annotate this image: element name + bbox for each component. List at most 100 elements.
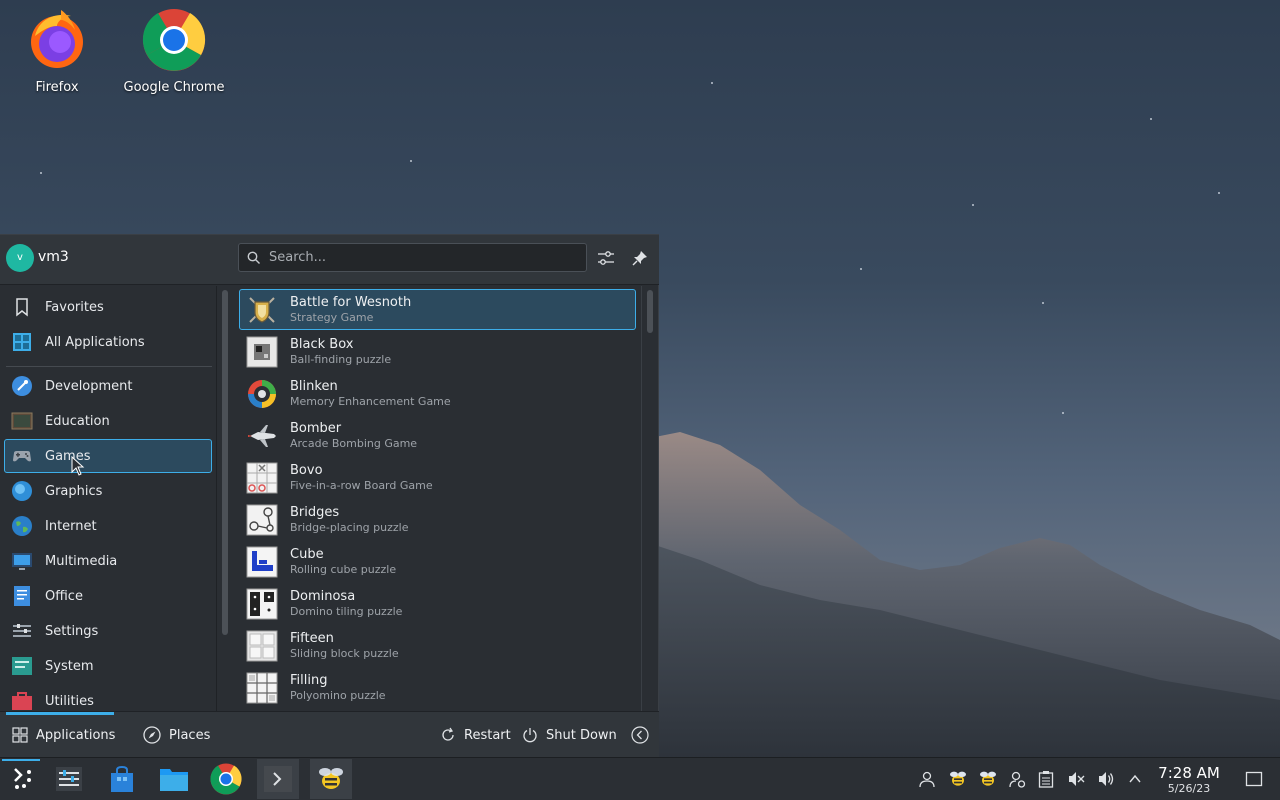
chevron-left-circle-icon (631, 726, 649, 744)
apps-grid-icon (12, 727, 28, 743)
tray-bee-app-2[interactable] (977, 767, 999, 791)
show-desktop-button[interactable] (1243, 767, 1265, 791)
launcher-active-indicator (2, 759, 40, 761)
education-icon (11, 412, 33, 430)
steamdeck-logo-icon (14, 768, 31, 789)
tray-volume[interactable] (1095, 767, 1117, 791)
chrome-icon (142, 9, 206, 71)
grid-icon (13, 333, 31, 351)
sidebar-item-all-applications[interactable]: All Applications (4, 325, 212, 359)
app-name: Cube (290, 546, 324, 562)
search-input[interactable] (269, 250, 569, 265)
tab-applications[interactable]: Applications (12, 722, 115, 748)
wesnoth-icon (249, 296, 275, 323)
sidebar-item-development[interactable]: Development (4, 369, 212, 403)
firefox-icon (31, 10, 83, 68)
app-row-battle-for-wesnoth[interactable]: Battle for Wesnoth Strategy Game (239, 289, 636, 330)
tray-network[interactable] (1006, 767, 1028, 791)
sidebar-item-label: Internet (45, 518, 97, 534)
shutdown-label: Shut Down (546, 727, 617, 743)
sidebar-item-label: Graphics (45, 483, 103, 499)
sidebar-item-internet[interactable]: Internet (4, 509, 212, 543)
shutdown-button[interactable]: Shut Down (522, 722, 617, 748)
taskbar-chrome-button[interactable] (205, 759, 247, 799)
sidebar-item-office[interactable]: Office (4, 579, 212, 613)
sidebar-item-education[interactable]: Education (4, 404, 212, 438)
desktop-icon-label: Google Chrome (123, 80, 225, 95)
search-field[interactable] (238, 243, 587, 272)
launcher-header: v vm3 (0, 235, 659, 285)
tab-applications-label: Applications (36, 727, 116, 743)
bookmark-icon (16, 298, 28, 317)
tray-bee-app-1[interactable] (947, 767, 969, 791)
taskbar-bee-app-button[interactable] (310, 759, 352, 799)
network-user-icon (1009, 771, 1026, 788)
tray-clipboard[interactable] (1035, 767, 1057, 791)
sidebar-item-multimedia[interactable]: Multimedia (4, 544, 212, 578)
app-row-bomber[interactable]: Bomber Arcade Bombing Game (239, 415, 636, 456)
clock-time: 7:28 AM (1158, 764, 1220, 782)
app-list-scrollbar[interactable] (647, 290, 653, 333)
mouse-cursor-icon (71, 456, 85, 476)
globe-icon (12, 516, 32, 536)
taskbar-settings-button[interactable] (48, 759, 90, 799)
app-name: Fifteen (290, 630, 334, 646)
avatar[interactable]: v (6, 244, 34, 272)
digital-clock[interactable]: 7:28 AM 5/26/23 (1150, 764, 1228, 796)
compass-icon (143, 726, 161, 744)
sidebar-item-games[interactable]: Games (4, 439, 212, 473)
app-row-fifteen[interactable]: Fifteen Sliding block puzzle (239, 625, 636, 666)
app-row-bovo[interactable]: Bovo Five-in-a-row Board Game (239, 457, 636, 498)
app-row-dominosa[interactable]: Dominosa Domino tiling puzzle (239, 583, 636, 624)
app-launcher-button[interactable] (0, 759, 42, 799)
configure-button[interactable] (594, 246, 618, 270)
taskbar-discover-button[interactable] (101, 759, 143, 799)
tray-user-switcher[interactable] (916, 767, 938, 791)
app-row-bridges[interactable]: Bridges Bridge-placing puzzle (239, 499, 636, 540)
show-desktop-icon (1245, 771, 1263, 787)
sidebar-item-utilities[interactable]: Utilities (4, 684, 212, 711)
category-sidebar: Favorites All Applications Development E… (0, 286, 216, 711)
folder-icon (160, 769, 188, 791)
app-list: Battle for Wesnoth Strategy Game Black B… (236, 286, 641, 711)
volume-icon (1099, 772, 1114, 786)
more-session-options-button[interactable] (631, 722, 657, 748)
taskbar-file-manager-button[interactable] (153, 759, 195, 799)
tray-microphone-muted[interactable] (1065, 767, 1087, 791)
bomber-icon (248, 424, 276, 447)
taskbar-terminal-button[interactable] (257, 759, 299, 799)
sidebar-item-system[interactable]: System (4, 649, 212, 683)
pin-button[interactable] (628, 246, 652, 270)
sidebar-divider (6, 366, 212, 367)
application-launcher: v vm3 Favorites All Applications D (0, 234, 659, 758)
app-name: Bridges (290, 504, 340, 520)
taskbar: 7:28 AM 5/26/23 (0, 757, 1280, 800)
tray-expand-button[interactable] (1124, 767, 1146, 791)
restart-button[interactable]: Restart (440, 722, 511, 748)
sidebar-item-favorites[interactable]: Favorites (4, 290, 212, 324)
tab-places-label: Places (169, 727, 211, 743)
sliders-icon (598, 251, 614, 265)
shopping-bag-icon (111, 765, 133, 792)
utilities-icon (12, 692, 32, 710)
bridges-icon (246, 504, 278, 535)
app-row-black-box[interactable]: Black Box Ball-finding puzzle (239, 331, 636, 372)
desktop-icon-firefox[interactable]: Firefox (2, 8, 112, 95)
app-row-blinken[interactable]: Blinken Memory Enhancement Game (239, 373, 636, 414)
app-row-filling[interactable]: Filling Polyomino puzzle (239, 667, 636, 708)
gamepad-icon (13, 451, 31, 462)
active-tab-indicator (6, 712, 114, 715)
tab-places[interactable]: Places (143, 722, 210, 748)
filling-icon (246, 672, 278, 703)
sidebar-item-label: Settings (45, 623, 99, 639)
sidebar-item-settings[interactable]: Settings (4, 614, 212, 648)
chrome-icon (210, 763, 242, 795)
desktop-icon-chrome[interactable]: Google Chrome (119, 8, 229, 95)
sidebar-item-label: Education (45, 413, 110, 429)
app-row-cube[interactable]: Cube Rolling cube puzzle (239, 541, 636, 582)
sidebar-scrollbar[interactable] (222, 290, 228, 635)
sidebar-border (216, 286, 217, 711)
sidebar-item-label: System (45, 658, 94, 674)
clipboard-icon (1038, 771, 1054, 788)
sidebar-item-graphics[interactable]: Graphics (4, 474, 212, 508)
